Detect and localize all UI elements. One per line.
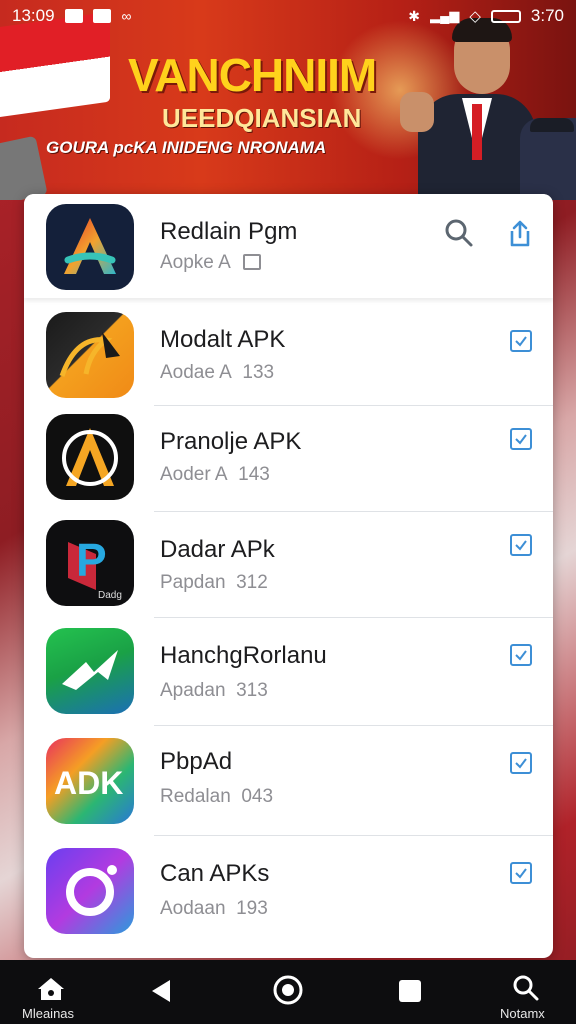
- app-row[interactable]: Can APKs Aodaan 193: [24, 836, 553, 948]
- green-bolt-icon: [46, 628, 134, 714]
- banner-title: VANCHNIIM: [128, 49, 377, 101]
- app-row[interactable]: HanchgRorlanu Apadan 313: [24, 618, 553, 726]
- checkbox[interactable]: [510, 534, 532, 556]
- featured-app-name: Redlain Pgm: [160, 218, 298, 245]
- battery-icon: [490, 9, 521, 23]
- purple-ring-icon: [46, 848, 134, 934]
- status-clock: 3:70: [530, 6, 564, 25]
- app-meta: Apadan 313: [160, 680, 268, 701]
- svg-text:Dadg: Dadg: [98, 590, 122, 601]
- home-button[interactable]: [270, 960, 306, 1024]
- app-meta: Aoder A 143: [160, 464, 270, 485]
- nav-search[interactable]: Notamx: [496, 960, 566, 1024]
- status-time: 13:09: [12, 6, 55, 25]
- banner-phone: [0, 135, 48, 200]
- svg-text:P: P: [76, 534, 107, 586]
- a-icon-gradient: [46, 204, 134, 290]
- notification-icon: [64, 9, 83, 23]
- back-icon: [152, 980, 170, 1002]
- wifi-icon: ◇: [469, 8, 481, 25]
- app-name: Modalt APK: [160, 326, 286, 353]
- checkbox[interactable]: [510, 862, 532, 884]
- home-icon: [36, 976, 66, 1007]
- app-row[interactable]: ADK PbpAd Redalan 043: [24, 726, 553, 836]
- signal-icon: ▂▄▆: [430, 8, 460, 23]
- app-row[interactable]: P Dadg Dadar APk Papdan 312: [24, 512, 553, 618]
- nav-home-label: Mleainas: [22, 1006, 75, 1021]
- app-meta: Aodaan 193: [160, 898, 268, 919]
- link-icon: ∞: [121, 8, 132, 24]
- app-row[interactable]: Modalt APK Aodae A 133: [24, 300, 553, 406]
- app-row[interactable]: Pranolje APK Aoder A 143: [24, 406, 553, 512]
- app-meta: Aodae A 133: [160, 362, 275, 383]
- banner-guard: [520, 118, 576, 200]
- checkbox[interactable]: [510, 428, 532, 450]
- search-icon[interactable]: [444, 218, 474, 253]
- app-name: HanchgRorlanu: [160, 642, 327, 669]
- featured-app-row[interactable]: Redlain Pgm Aopke A: [24, 194, 553, 298]
- status-bar: 13:09 ∞ ✱ ▂▄▆ ◇ 3:70: [0, 0, 576, 32]
- bluetooth-icon: ✱: [408, 8, 420, 24]
- svg-text:ADK: ADK: [54, 765, 123, 801]
- recents-icon: [399, 980, 421, 1002]
- package-icon: [243, 254, 262, 270]
- checkbox[interactable]: [510, 330, 532, 352]
- adk-gradient-icon: ADK: [46, 738, 134, 824]
- yellow-brush-icon: [46, 312, 134, 398]
- checkbox[interactable]: [510, 752, 532, 774]
- app-meta: Papdan 312: [160, 572, 268, 593]
- share-icon[interactable]: [504, 218, 534, 253]
- back-button[interactable]: [146, 960, 176, 1024]
- app-meta: Redalan 043: [160, 786, 274, 807]
- search-icon: [512, 974, 540, 1007]
- home-circle-icon: [273, 975, 303, 1005]
- checkbox[interactable]: [510, 644, 532, 666]
- notification-icon: [92, 9, 111, 23]
- app-name: Pranolje APK: [160, 428, 302, 455]
- navigation-bar: Mleainas Notamx: [0, 960, 576, 1024]
- nav-home[interactable]: Mleainas: [14, 960, 84, 1024]
- app-name: Can APKs: [160, 860, 270, 887]
- p-letter-icon: P Dadg: [46, 520, 134, 606]
- recents-button[interactable]: [396, 960, 424, 1024]
- featured-app-meta: Aopke A: [160, 252, 262, 274]
- black-a-icon: [46, 414, 134, 500]
- app-name: PbpAd: [160, 748, 233, 775]
- app-list-sheet: Redlain Pgm Aopke A Modalt APK Aodae A 1…: [24, 194, 553, 958]
- banner-person: [396, 18, 536, 200]
- banner-tagline: GOURA pcKA INIDENG NRONAMA: [46, 138, 327, 157]
- banner-subtitle: UEEDQIANSIAN: [162, 103, 362, 133]
- nav-search-label: Notamx: [500, 1006, 545, 1021]
- app-name: Dadar APk: [160, 536, 275, 563]
